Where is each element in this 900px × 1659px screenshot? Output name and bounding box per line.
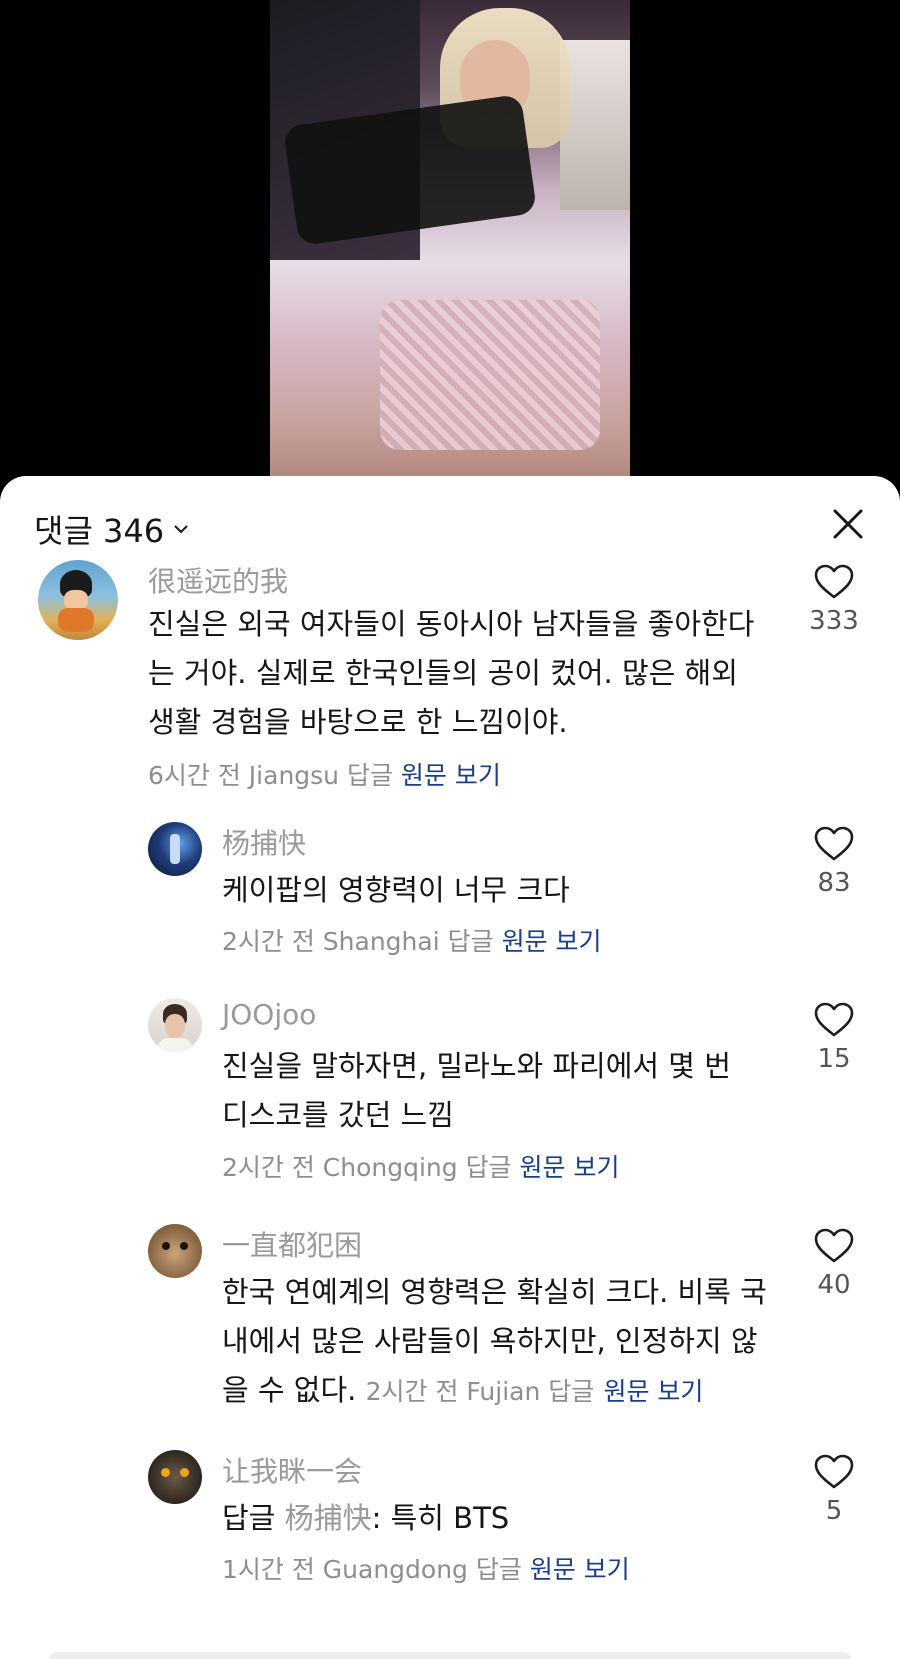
- avatar[interactable]: [38, 560, 118, 640]
- like-button[interactable]: 5: [804, 1454, 864, 1526]
- comment-meta: 6시간 전 Jiangsu 답글 원문 보기: [148, 756, 501, 792]
- comment-username[interactable]: 让我眯一会: [222, 1450, 362, 1490]
- video-background-shape: [560, 40, 630, 210]
- comment-input-bar[interactable]: [48, 1652, 852, 1659]
- reply-item: 让我眯一会 답글 杨捕快: 특히 BTS 1시간 전 Guangdong 답글 …: [0, 1450, 900, 1610]
- close-icon[interactable]: [830, 506, 866, 542]
- like-count: 83: [817, 868, 851, 898]
- comment-meta: 1시간 전 Guangdong 답글 원문 보기: [222, 1550, 630, 1586]
- comment-meta-text: 1시간 전 Guangdong 답글: [222, 1555, 522, 1584]
- comment-username[interactable]: 杨捕快: [222, 822, 306, 862]
- comment-username[interactable]: 一直都犯困: [222, 1224, 362, 1264]
- comment-meta: 2시간 전 Chongqing 답글 원문 보기: [222, 1148, 620, 1184]
- avatar[interactable]: [148, 1224, 202, 1278]
- like-count: 40: [817, 1270, 851, 1300]
- view-original-link[interactable]: 원문 보기: [530, 1555, 630, 1584]
- video-figure-dress: [380, 300, 600, 450]
- view-original-link[interactable]: 원문 보기: [603, 1377, 703, 1406]
- like-button[interactable]: 15: [804, 1002, 864, 1074]
- comment-text: 진실을 말하자면, 밀라노와 파리에서 몇 번 디스코를 갔던 느낌: [222, 1049, 731, 1132]
- comments-header: 댓글 346: [0, 476, 900, 556]
- like-count: 333: [809, 606, 859, 636]
- heart-icon: [814, 564, 854, 599]
- like-button[interactable]: 83: [804, 826, 864, 898]
- comment-text-content: : 특히 BTS: [371, 1501, 510, 1535]
- heart-icon: [814, 1228, 854, 1263]
- heart-icon: [814, 826, 854, 861]
- heart-icon: [814, 1002, 854, 1037]
- comment-count-label: 댓글 346: [34, 512, 165, 550]
- view-original-link[interactable]: 원문 보기: [401, 761, 501, 790]
- comment-meta-text: 6시간 전 Jiangsu 답글: [148, 761, 393, 790]
- reply-item: 一直都犯困 한국 연예계의 영향력은 확실히 크다. 비록 국내에서 많은 사람…: [0, 1224, 900, 1424]
- comment-username[interactable]: 很遥远的我: [148, 560, 288, 600]
- reply-prefix: 답글: [222, 1501, 276, 1535]
- reply-item: JOOjoo 진실을 말하자면, 밀라노와 파리에서 몇 번 디스코를 갔던 느…: [0, 998, 900, 1198]
- video-thumbnail[interactable]: [270, 0, 630, 476]
- like-count: 15: [817, 1044, 851, 1074]
- comment-meta-text: 2시간 전 Shanghai 답글: [222, 927, 494, 956]
- reply-to-username[interactable]: 杨捕快: [285, 1501, 372, 1535]
- comment-meta: 2시간 전 Shanghai 답글 원문 보기: [222, 922, 602, 958]
- comment-text: 진실은 외국 여자들이 동아시아 남자들을 좋아한다는 거야. 실제로 한국인들…: [148, 607, 755, 739]
- chevron-down-icon: [174, 525, 188, 534]
- avatar[interactable]: [148, 1450, 202, 1504]
- comment-text: 케이팝의 영향력이 너무 크다: [222, 873, 570, 907]
- like-count: 5: [825, 1496, 843, 1526]
- comment-text: 한국 연예계의 영향력은 확실히 크다. 비록 국내에서 많은 사람들이 욕하지…: [222, 1268, 782, 1416]
- view-original-link[interactable]: 원문 보기: [520, 1153, 620, 1182]
- comment-item: 很遥远的我 진실은 외국 여자들이 동아시아 남자들을 좋아한다는 거야. 실제…: [0, 560, 900, 810]
- comments-sheet: 댓글 346 很遥远的我 진실은 외국 여자들이 동아시아 남자들을 좋아한다는…: [0, 476, 900, 1659]
- view-original-link[interactable]: 원문 보기: [502, 927, 602, 956]
- avatar[interactable]: [148, 822, 202, 876]
- reply-item: 杨捕快 케이팝의 영향력이 너무 크다 2시간 전 Shanghai 답글 원문…: [0, 822, 900, 972]
- video-area[interactable]: [0, 0, 900, 480]
- like-button[interactable]: 333: [804, 564, 864, 636]
- heart-icon: [814, 1454, 854, 1489]
- comment-username[interactable]: JOOjoo: [222, 998, 316, 1031]
- comment-count-dropdown[interactable]: 댓글 346: [34, 506, 190, 552]
- comment-meta-text: 2시간 전 Chongqing 답글: [222, 1153, 512, 1182]
- like-button[interactable]: 40: [804, 1228, 864, 1300]
- avatar[interactable]: [148, 998, 202, 1052]
- comment-meta-text: 2시간 전 Fujian 답글: [365, 1377, 595, 1406]
- comment-text: 답글 杨捕快: 특히 BTS: [222, 1494, 762, 1543]
